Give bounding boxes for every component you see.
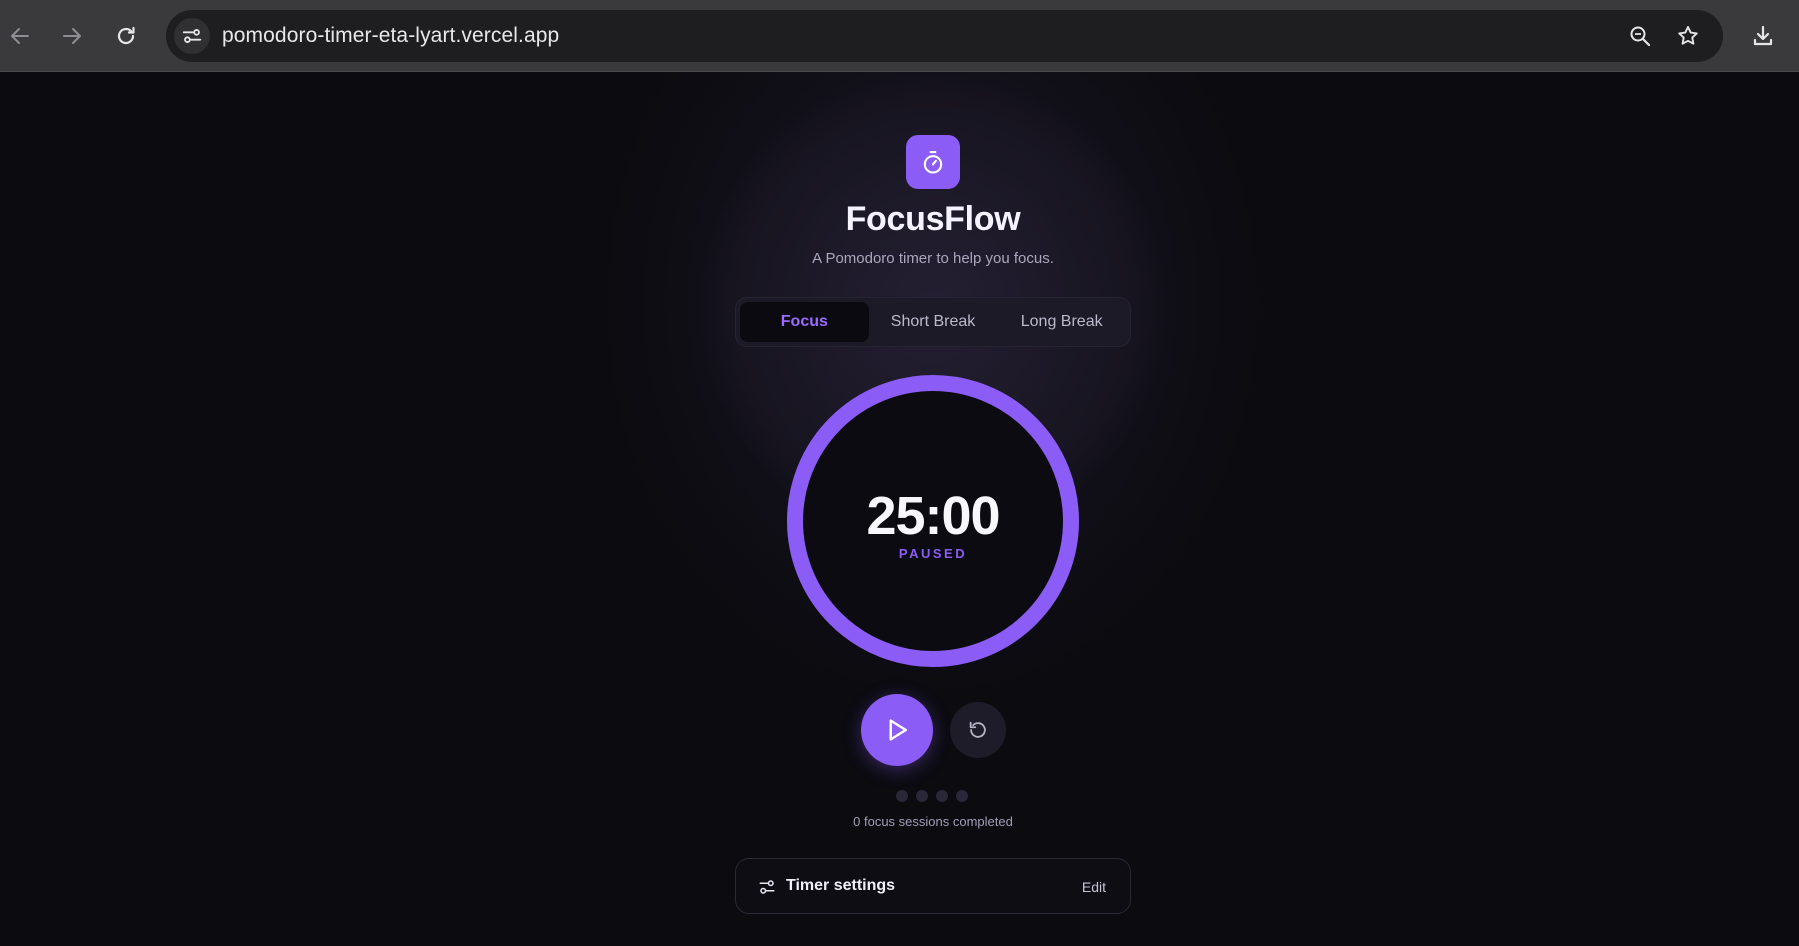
app-page: FocusFlow A Pomodoro timer to help you f…: [0, 72, 1799, 946]
tab-focus[interactable]: Focus: [740, 302, 869, 342]
play-icon: [889, 719, 907, 741]
tab-short-break[interactable]: Short Break: [869, 302, 998, 342]
reset-icon: [969, 721, 986, 738]
sliders-icon: [759, 880, 775, 894]
bookmark-star-icon: [1678, 26, 1698, 45]
timer-status: PAUSED: [898, 546, 968, 561]
mode-tabs: Focus Short Break Long Break: [735, 297, 1131, 347]
app-title: FocusFlow: [845, 200, 1021, 238]
app-subtitle: A Pomodoro timer to help you focus.: [812, 250, 1054, 267]
session-dot: [956, 790, 968, 802]
session-dots: [896, 790, 976, 802]
timer-display: 25:00: [866, 486, 1000, 546]
edit-settings-button[interactable]: Edit: [1082, 879, 1106, 895]
stopwatch-icon: [923, 151, 943, 174]
tab-long-break[interactable]: Long Break: [997, 302, 1126, 342]
site-info-icon: [182, 29, 202, 43]
address-bar[interactable]: pomodoro-timer-eta-lyart.vercel.app: [166, 10, 1723, 62]
play-button[interactable]: [861, 694, 933, 766]
timer-settings-card[interactable]: Timer settings Edit: [735, 858, 1131, 914]
site-info-button[interactable]: [174, 18, 210, 54]
reset-button[interactable]: [950, 702, 1006, 758]
session-dot: [916, 790, 928, 802]
zoom-icon: [1630, 26, 1651, 47]
timer-settings-label: Timer settings: [786, 877, 896, 894]
browser-toolbar: pomodoro-timer-eta-lyart.vercel.app: [0, 0, 1799, 72]
forward-arrow-icon: [63, 28, 81, 44]
session-dot: [896, 790, 908, 802]
back-button[interactable]: [3, 19, 37, 53]
timer-ring: 25:00 PAUSED: [786, 374, 1080, 668]
back-arrow-icon: [11, 28, 29, 44]
session-dot: [936, 790, 948, 802]
url-text[interactable]: pomodoro-timer-eta-lyart.vercel.app: [222, 24, 559, 48]
download-icon: [1753, 25, 1773, 46]
zoom-button[interactable]: [1626, 22, 1654, 50]
app-logo: [906, 135, 960, 189]
forward-button[interactable]: [55, 19, 89, 53]
download-button[interactable]: [1746, 19, 1780, 53]
bookmark-button[interactable]: [1674, 22, 1702, 50]
reload-button[interactable]: [109, 19, 143, 53]
reload-icon: [117, 26, 135, 45]
sessions-completed-text: 0 focus sessions completed: [853, 814, 1013, 829]
